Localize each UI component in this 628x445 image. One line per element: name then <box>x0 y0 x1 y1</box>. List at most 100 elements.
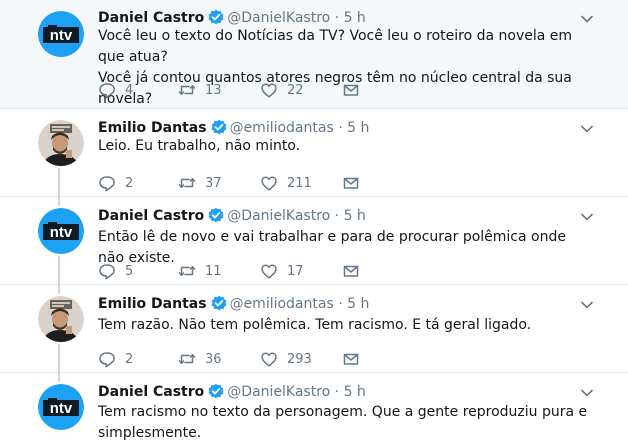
direct-message-button[interactable] <box>342 80 360 100</box>
chevron-down-icon[interactable] <box>580 385 594 399</box>
avatar[interactable]: ntv <box>38 11 84 57</box>
svg-text:ntv: ntv <box>50 224 73 241</box>
verified-badge-icon <box>211 295 226 311</box>
like-button[interactable]: 17 <box>260 261 304 281</box>
author-handle[interactable]: @DanielKastro <box>227 208 330 224</box>
tweet[interactable]: ntv Daniel Castro @DanielKastro · 5 h Tem r… <box>0 372 628 445</box>
tweet-text-line: Leio. Eu trabalho, não minto. <box>98 138 301 154</box>
tweet[interactable]: Emilio Dantas @emiliodantas · 5 h Tem razã… <box>0 284 628 372</box>
heart-icon <box>260 262 278 280</box>
envelope-icon <box>342 350 360 368</box>
tweet-text: Tem racismo no texto da personagem. Que … <box>98 402 588 444</box>
direct-message-button[interactable] <box>342 261 360 281</box>
author-name[interactable]: Daniel Castro <box>98 208 204 224</box>
svg-text:ntv: ntv <box>50 400 73 417</box>
envelope-icon <box>342 174 360 192</box>
tweet-timestamp[interactable]: 5 h <box>344 208 366 224</box>
like-button[interactable]: 293 <box>260 349 312 369</box>
tweet-text: Tem razão. Não tem polêmica. Tem racismo… <box>98 315 588 336</box>
retweet-count: 11 <box>205 263 222 279</box>
retweet-button[interactable]: 37 <box>178 173 222 193</box>
author-handle[interactable]: @DanielKastro <box>227 10 330 26</box>
like-count: 211 <box>287 175 312 191</box>
reply-icon <box>98 350 116 368</box>
chevron-down-icon[interactable] <box>580 11 594 25</box>
tweet-header: Emilio Dantas @emiliodantas · 5 h <box>98 294 588 314</box>
tweet[interactable]: ntv Daniel Castro @DanielKastro · 5 h Você … <box>0 0 628 108</box>
reply-button[interactable]: 2 <box>98 349 133 369</box>
envelope-icon <box>342 81 360 99</box>
tweet-header: Daniel Castro @DanielKastro · 5 h <box>98 206 588 226</box>
retweet-count: 13 <box>205 82 222 98</box>
retweet-button[interactable]: 36 <box>178 349 222 369</box>
tweet-header: Daniel Castro @DanielKastro · 5 h <box>98 8 588 28</box>
tweet-text-line: simplesmente. <box>98 425 202 441</box>
reply-count: 4 <box>125 82 134 98</box>
tweet-timestamp[interactable]: 5 h <box>344 384 366 400</box>
thread-connector <box>58 256 60 294</box>
direct-message-button[interactable] <box>342 173 360 193</box>
direct-message-button[interactable] <box>342 349 360 369</box>
verified-badge-icon <box>211 119 226 135</box>
heart-icon <box>260 81 278 99</box>
author-handle[interactable]: @DanielKastro <box>227 384 330 400</box>
author-name[interactable]: Daniel Castro <box>98 10 204 26</box>
retweet-icon <box>178 262 196 280</box>
reply-count: 5 <box>125 263 134 279</box>
tweet-text-line: Tem razão. Não tem polêmica. Tem racismo… <box>98 317 532 333</box>
chevron-down-icon[interactable] <box>580 121 594 135</box>
like-count: 17 <box>287 263 304 279</box>
avatar[interactable]: ntv <box>38 384 84 430</box>
reply-button[interactable]: 4 <box>98 80 133 100</box>
like-button[interactable]: 22 <box>260 80 304 100</box>
chevron-down-icon[interactable] <box>580 297 594 311</box>
like-count: 293 <box>287 351 312 367</box>
tweet[interactable]: Emilio Dantas @emiliodantas · 5 h Leio. Eu… <box>0 108 628 196</box>
separator-dot: · <box>333 120 348 136</box>
retweet-button[interactable]: 11 <box>178 261 222 281</box>
reply-icon <box>98 174 116 192</box>
retweet-button[interactable]: 13 <box>178 80 222 100</box>
tweet-timestamp[interactable]: 5 h <box>344 10 366 26</box>
tweet-text-line: Tem racismo no texto da personagem. Que … <box>98 404 588 420</box>
chevron-down-icon[interactable] <box>580 209 594 223</box>
envelope-icon <box>342 262 360 280</box>
retweet-icon <box>178 81 196 99</box>
author-name[interactable]: Daniel Castro <box>98 384 204 400</box>
reply-button[interactable]: 5 <box>98 261 133 281</box>
separator-dot: · <box>330 384 344 400</box>
thread-connector <box>58 168 60 206</box>
author-name[interactable]: Emilio Dantas <box>98 120 207 136</box>
reply-button[interactable]: 2 <box>98 173 133 193</box>
verified-badge-icon <box>208 9 224 25</box>
heart-icon <box>260 174 278 192</box>
thread-connector <box>58 344 60 382</box>
retweet-count: 36 <box>205 351 222 367</box>
like-button[interactable]: 211 <box>260 173 312 193</box>
author-name[interactable]: Emilio Dantas <box>98 296 207 312</box>
tweet-timestamp[interactable]: 5 h <box>347 120 369 136</box>
verified-badge-icon <box>208 207 224 223</box>
heart-icon <box>260 350 278 368</box>
like-count: 22 <box>287 82 304 98</box>
author-handle[interactable]: @emiliodantas <box>230 296 334 312</box>
tweet-header: Daniel Castro @DanielKastro · 5 h <box>98 382 588 402</box>
retweet-icon <box>178 350 196 368</box>
avatar[interactable]: ntv <box>38 208 84 254</box>
retweet-icon <box>178 174 196 192</box>
conversation-thread: ntv Daniel Castro @DanielKastro · 5 h Tem r… <box>0 0 628 445</box>
reply-count: 2 <box>125 175 134 191</box>
tweet-timestamp[interactable]: 5 h <box>347 296 369 312</box>
tweet-text: Leio. Eu trabalho, não minto. <box>98 136 588 157</box>
svg-text:ntv: ntv <box>50 27 73 44</box>
separator-dot: · <box>330 10 344 26</box>
avatar[interactable] <box>38 120 84 166</box>
separator-dot: · <box>330 208 344 224</box>
author-handle[interactable]: @emiliodantas <box>230 120 334 136</box>
reply-icon <box>98 81 116 99</box>
tweet-header: Emilio Dantas @emiliodantas · 5 h <box>98 118 588 138</box>
avatar[interactable] <box>38 296 84 342</box>
tweet[interactable]: ntv Daniel Castro @DanielKastro · 5 h Então… <box>0 196 628 284</box>
reply-count: 2 <box>125 351 134 367</box>
retweet-count: 37 <box>205 175 222 191</box>
